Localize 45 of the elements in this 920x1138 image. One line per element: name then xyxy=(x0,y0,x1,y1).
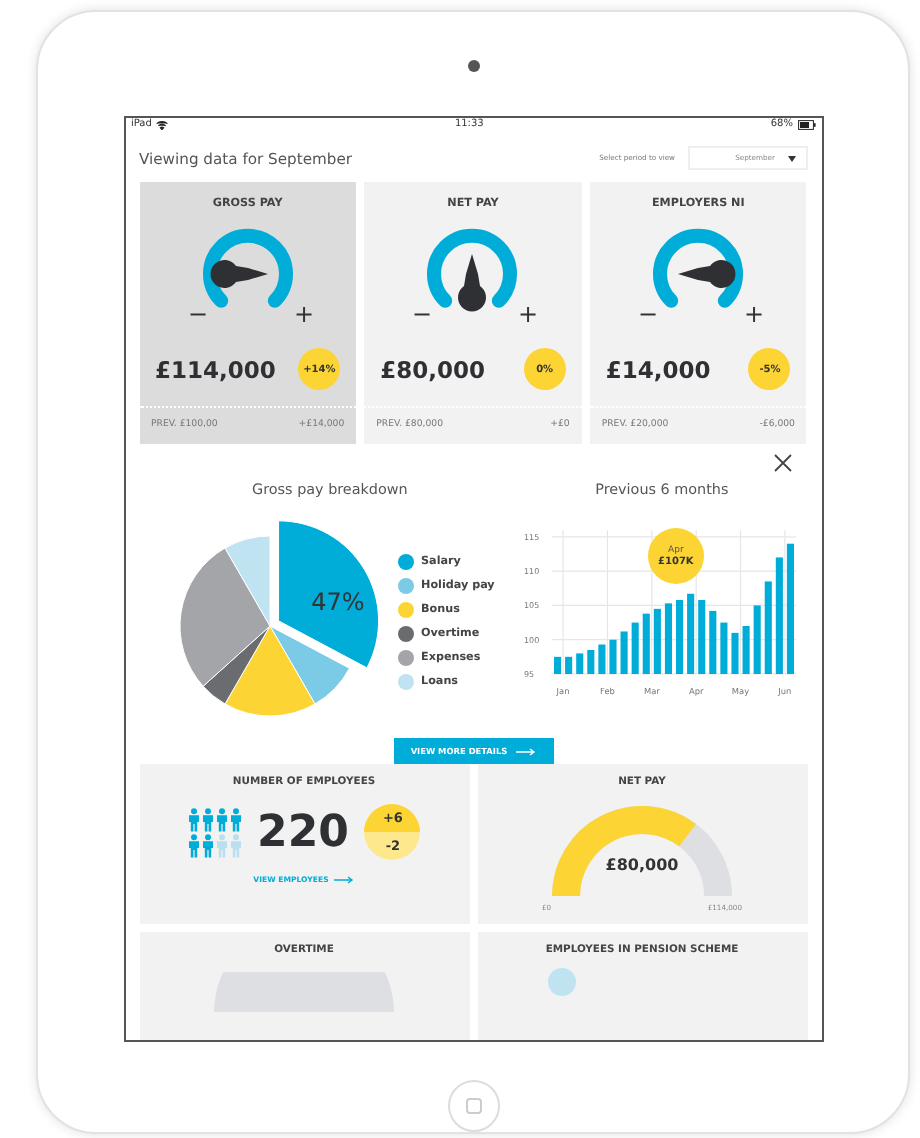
bar xyxy=(786,543,794,674)
bar xyxy=(709,610,717,674)
bar xyxy=(553,656,561,674)
bar xyxy=(698,599,706,674)
gauge-value: £80,000 xyxy=(603,856,681,874)
bar xyxy=(664,603,672,674)
bar xyxy=(775,557,783,674)
plus-sign: + xyxy=(744,300,765,328)
bar xyxy=(609,639,617,674)
close-icon[interactable] xyxy=(773,454,791,472)
bar xyxy=(631,622,639,674)
minus-sign: − xyxy=(187,300,208,328)
bar xyxy=(576,653,584,674)
wifi-icon xyxy=(155,119,168,129)
minus-sign: − xyxy=(638,300,659,328)
bar xyxy=(753,605,761,674)
bar xyxy=(675,599,683,674)
bar xyxy=(653,608,661,674)
gauge-arc xyxy=(202,228,293,308)
dot-icon xyxy=(548,968,576,996)
bar xyxy=(731,632,739,674)
card-value: £114,000 xyxy=(155,355,276,383)
plus-sign: + xyxy=(518,300,540,328)
bar xyxy=(642,613,650,674)
arrow-icon xyxy=(334,875,355,883)
plus-sign: + xyxy=(293,300,314,328)
employee-count: 220 xyxy=(257,807,349,857)
card-value: £14,000 xyxy=(605,355,711,383)
camera-dot xyxy=(467,60,479,72)
bar xyxy=(764,581,772,674)
battery-icon xyxy=(797,119,815,129)
caret-icon xyxy=(787,155,795,161)
gauge-arc xyxy=(653,228,744,308)
card-value: £80,000 xyxy=(380,355,486,383)
bar xyxy=(564,656,573,674)
arrow-icon xyxy=(515,747,536,755)
bar xyxy=(742,626,750,674)
slice-label: 47% xyxy=(310,588,364,616)
bar xyxy=(686,593,695,674)
bar xyxy=(620,631,628,674)
bar xyxy=(598,644,606,674)
gauge-arc xyxy=(428,228,518,308)
bar xyxy=(587,650,595,674)
minus-sign: − xyxy=(412,300,434,328)
bar xyxy=(720,622,728,674)
